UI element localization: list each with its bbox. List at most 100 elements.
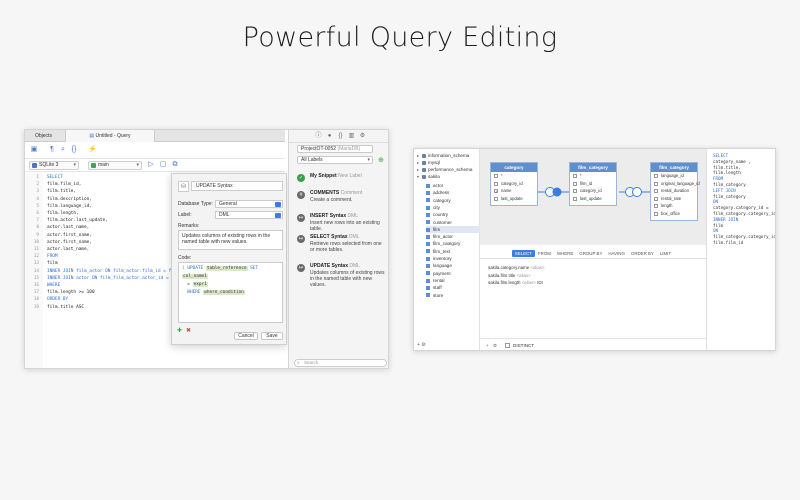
tree-table[interactable]: inventory (426, 255, 480, 262)
select-field-row[interactable]: sakila.category.name <alias> (488, 265, 545, 270)
braces-icon[interactable]: {} (70, 146, 78, 154)
tree-table[interactable]: category (426, 197, 480, 204)
entity-column[interactable]: rental_rate (651, 195, 697, 203)
snippet-item[interactable]: # COMMENTS Comment Create a comment. (294, 190, 388, 210)
alias-placeholder[interactable]: <alias> (517, 273, 531, 278)
info-icon[interactable]: ⓘ (315, 133, 322, 140)
column-checkbox[interactable] (654, 196, 658, 201)
tree-table[interactable]: city (426, 204, 480, 211)
entity-column[interactable]: * (570, 172, 616, 180)
entity-column[interactable]: original_language_id (651, 180, 700, 188)
save-button[interactable]: Save (261, 332, 283, 340)
tree-table[interactable]: staff (426, 284, 480, 291)
column-checkbox[interactable]: ✓ (494, 189, 498, 194)
cancel-button[interactable]: Cancel (234, 332, 258, 340)
add-icon[interactable]: + (417, 342, 420, 348)
beautify-icon[interactable]: ¶ (48, 146, 56, 154)
entity-table[interactable]: film_category * film_id category_id last_upd… (569, 162, 617, 206)
settings-icon[interactable]: ⚙ (493, 343, 497, 349)
entity-column[interactable]: category_id (491, 180, 537, 188)
clause-tab[interactable]: WHERE (554, 250, 576, 257)
entity-column[interactable]: last_update (570, 195, 616, 203)
explain-icon[interactable]: ⚡ (88, 146, 97, 154)
tree-database[interactable]: ▸ mysql (417, 159, 440, 166)
diagram-canvas[interactable]: category * category_id ✓ name last_update film… (480, 149, 706, 245)
select-field-row[interactable]: sakila.film.title <alias> (488, 273, 531, 278)
clause-tab[interactable]: SELECT (511, 250, 535, 257)
snippet-icon[interactable]: ⛁ (178, 181, 189, 192)
clause-tab[interactable]: HAVING (605, 250, 628, 257)
add-placeholder-icon[interactable]: ✚ (177, 327, 182, 334)
alias-placeholder[interactable]: <alias> (522, 280, 536, 285)
column-checkbox[interactable] (494, 174, 498, 178)
remarks-field[interactable]: Updates columns of existing rows in the … (178, 230, 283, 250)
column-checkbox[interactable] (654, 174, 658, 178)
braces-icon[interactable]: {} (337, 133, 344, 140)
stop-icon[interactable]: ▢ (159, 161, 167, 169)
tree-table[interactable]: film_text (426, 248, 480, 255)
snippet-search-input[interactable]: ⌕ Search (294, 359, 387, 367)
tree-table[interactable]: film (426, 225, 480, 233)
tree-table[interactable]: language (426, 262, 480, 269)
tree-table[interactable]: country (426, 211, 480, 218)
code-placeholder[interactable]: expr1 (192, 282, 208, 287)
alias-placeholder[interactable]: <alias> (530, 265, 544, 270)
entity-column[interactable]: category_id (570, 187, 616, 195)
history-icon[interactable]: ● (326, 133, 333, 140)
column-checkbox[interactable] (573, 174, 577, 178)
entity-column[interactable]: * (491, 172, 537, 180)
column-checkbox[interactable] (654, 181, 658, 186)
tree-table[interactable]: store (426, 292, 480, 299)
tree-table[interactable]: actor (426, 182, 480, 189)
tree-table[interactable]: customer (426, 219, 480, 226)
entity-column[interactable]: language_id (651, 172, 697, 180)
code-placeholder[interactable]: where_condition (203, 290, 245, 295)
entity-column[interactable]: last_update (491, 195, 537, 203)
entity-column[interactable]: ✓ name (491, 187, 537, 195)
column-checkbox[interactable] (654, 211, 658, 216)
snippet-item[interactable]: ↦ UPDATE Syntax DML Updates columns of e… (294, 263, 388, 290)
entity-column[interactable]: film_id (570, 180, 616, 188)
tree-table[interactable]: rental (426, 277, 480, 284)
distinct-checkbox[interactable] (505, 343, 510, 348)
code-placeholder[interactable]: col_name1 (182, 274, 208, 279)
tree-table[interactable]: address (426, 189, 480, 196)
entity-column[interactable]: box_office (651, 210, 697, 218)
remove-placeholder-icon[interactable]: ✖ (186, 327, 191, 334)
sql-preview[interactable]: SELECT category_name , film.title, film.… (706, 149, 775, 350)
snippet-item[interactable]: ↦ INSERT Syntax DML Insert new rows into… (294, 213, 388, 233)
database-type-select[interactable]: General (215, 200, 283, 208)
clause-tab[interactable]: GROUP BY (576, 250, 605, 257)
connection-select[interactable]: SQLite 3 ▾ (29, 161, 79, 170)
clause-tab[interactable]: LIMIT (657, 250, 674, 257)
clause-tab[interactable]: ORDER BY (628, 250, 657, 257)
snippet-code-field[interactable]: 1 UPDATE table_reference SET col_name1 =… (178, 262, 283, 323)
entity-column[interactable]: rental_duration (651, 187, 697, 195)
tree-database[interactable]: ▸ performance_schema (417, 166, 472, 173)
column-checkbox[interactable] (573, 181, 577, 186)
column-checkbox[interactable] (654, 204, 658, 208)
label-filter-select[interactable]: All Labels ▾ (297, 156, 373, 164)
snippet-name-field[interactable]: UPDATE Syntax (191, 181, 283, 191)
column-checkbox[interactable] (494, 181, 498, 186)
snippet-item[interactable]: ↦ SELECT Syntax DML Retrieve rows select… (294, 234, 388, 261)
new-snippet-icon[interactable]: ⊕ (378, 156, 384, 164)
entity-table[interactable]: category * category_id ✓ name last_update (490, 162, 538, 206)
clause-tab[interactable]: FROM (535, 250, 554, 257)
column-checkbox[interactable] (654, 189, 658, 193)
settings-icon[interactable]: ⚙ (421, 342, 425, 348)
column-checkbox[interactable] (573, 189, 577, 193)
server-select[interactable]: ProjectOT-0052 (MariaDB) (297, 145, 373, 153)
tab-query[interactable]: ▤ Untitled - Query (65, 130, 155, 142)
tree-table[interactable]: film_category (426, 240, 480, 247)
column-checkbox[interactable] (573, 196, 577, 201)
tree-database[interactable]: ▸ information_schema (417, 152, 469, 159)
tree-table[interactable]: film_actor (426, 233, 480, 240)
snippet-icon[interactable]: ⧉ (171, 161, 179, 169)
save-icon[interactable]: ▣ (30, 146, 38, 154)
run-icon[interactable]: ▷ (147, 161, 155, 169)
snippet-item[interactable]: ✓ My Snippet New Label (294, 173, 388, 185)
columns-icon[interactable]: ▥ (348, 133, 355, 140)
column-checkbox[interactable] (494, 196, 498, 201)
tab-objects[interactable]: Objects (31, 130, 65, 142)
